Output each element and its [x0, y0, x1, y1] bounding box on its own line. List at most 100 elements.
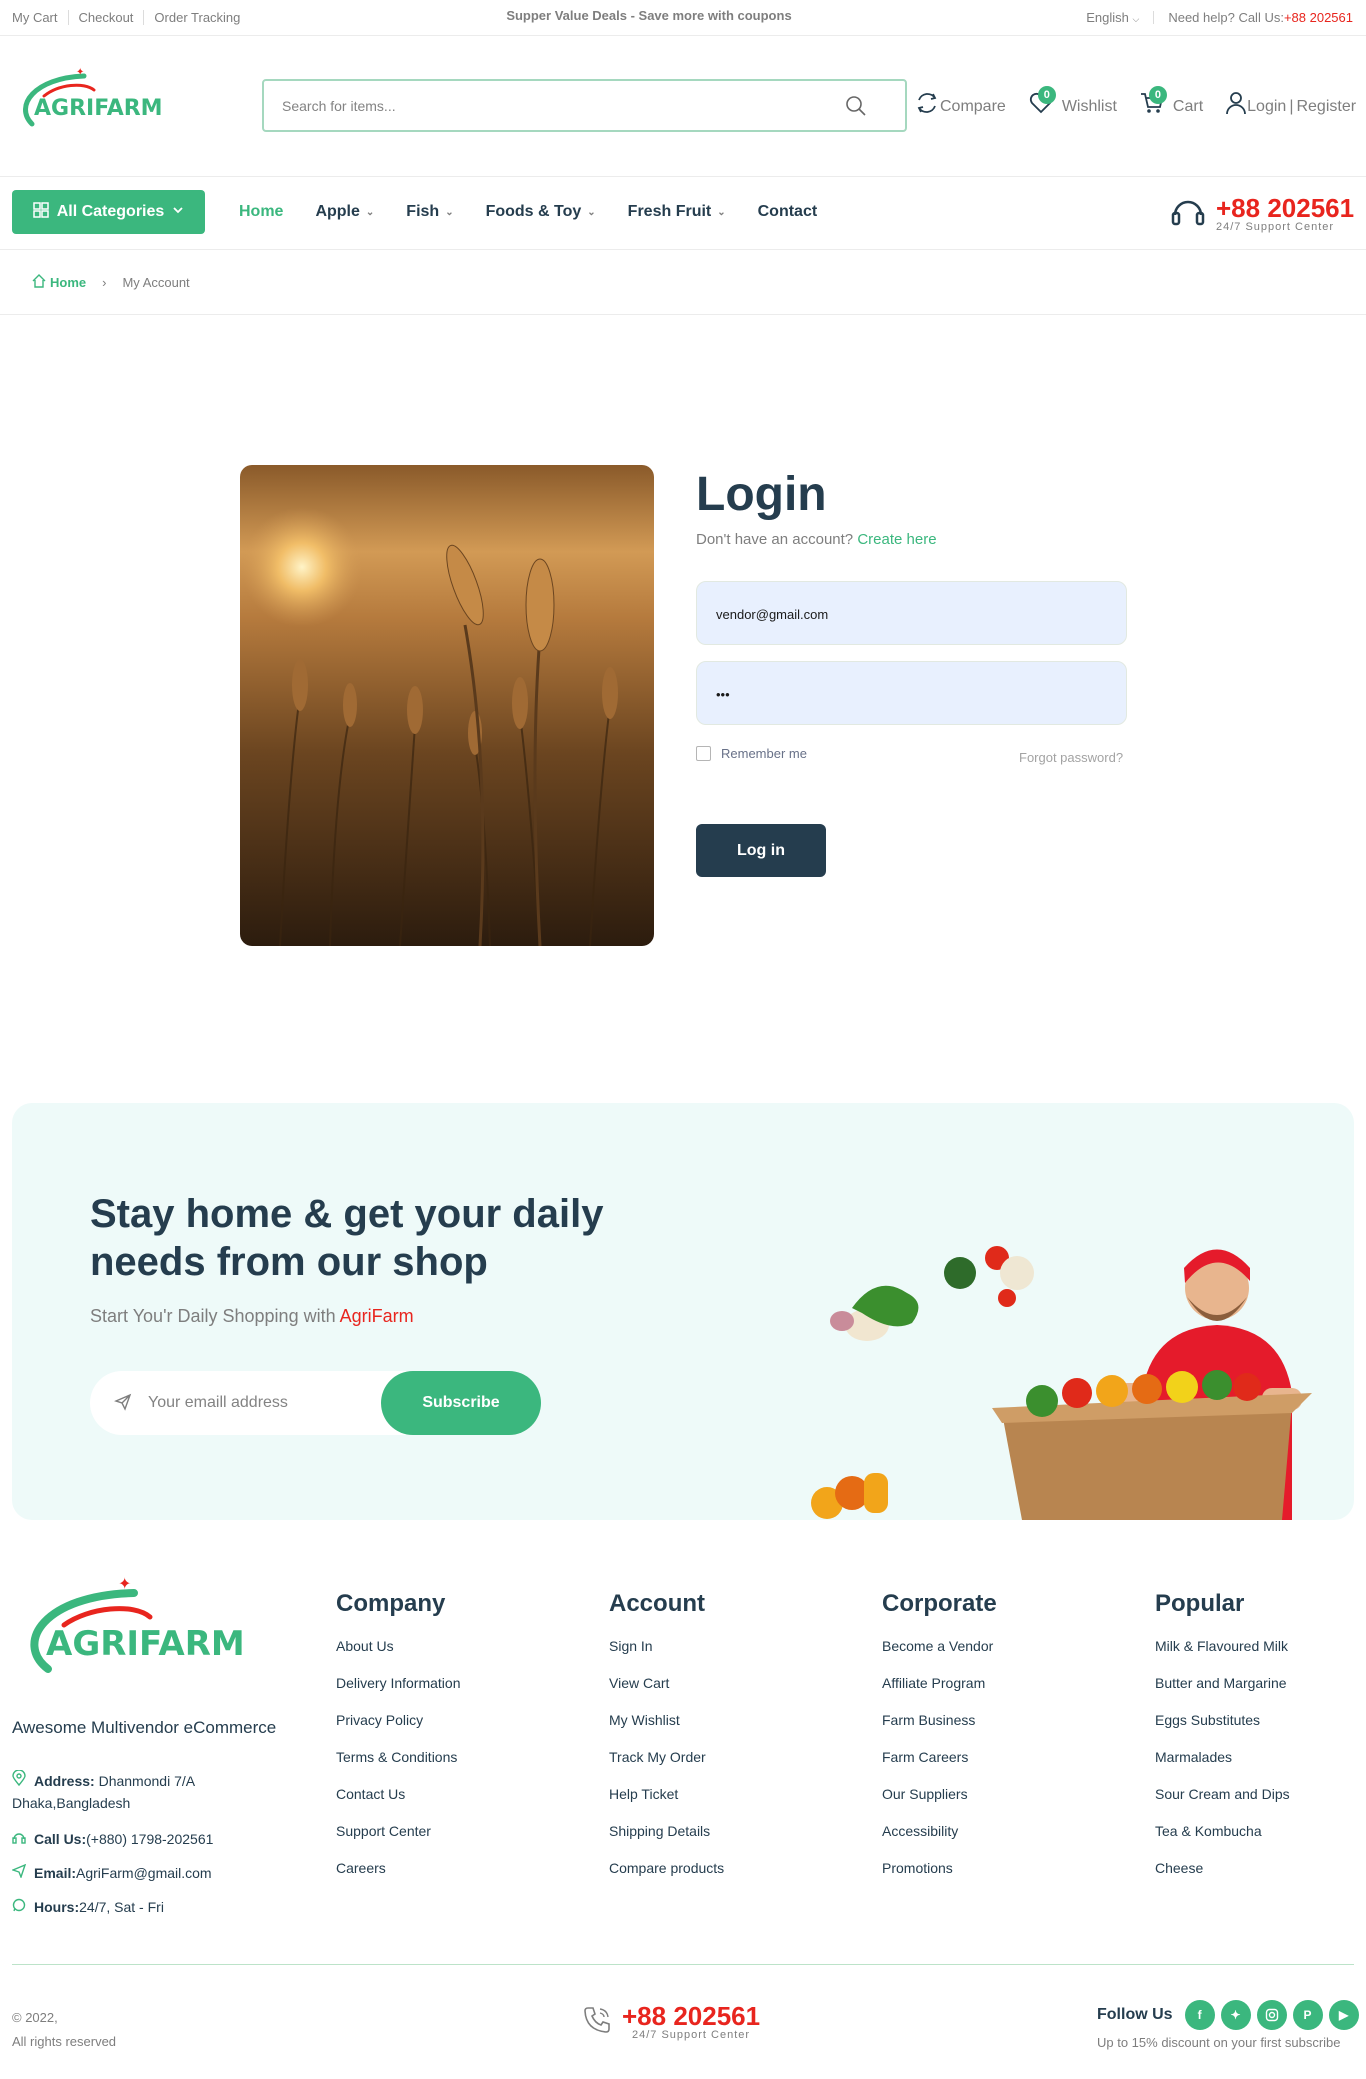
chevron-down-icon [172, 203, 184, 221]
compare-button[interactable]: Compare [914, 90, 1006, 116]
password-input[interactable] [716, 684, 1106, 704]
breadcrumb-home[interactable]: Home [32, 274, 86, 291]
no-account-label: Don't have an account? [696, 531, 854, 548]
copyright-year: © 2022, [12, 2010, 58, 2025]
footer-address: Address: Dhanmondi 7/A Dhaka,Bangladesh [12, 1769, 196, 1814]
call-value: (+880) 1798-202561 [86, 1831, 214, 1847]
footer-link[interactable]: Sign In [609, 1636, 724, 1673]
language-label: English [1086, 10, 1129, 25]
footer-link[interactable]: Careers [336, 1858, 461, 1895]
footer-link[interactable]: Compare products [609, 1858, 724, 1895]
footer-column-title: Account [609, 1590, 705, 1617]
footer-column-title: Corporate [882, 1590, 997, 1617]
footer-link[interactable]: Shipping Details [609, 1821, 724, 1858]
email-value: AgriFarm@gmail.com [76, 1865, 212, 1881]
footer-link[interactable]: Sour Cream and Dips [1155, 1784, 1290, 1821]
footer-column-company: Company About Us Delivery Information Pr… [336, 1590, 461, 1895]
footer-link[interactable]: Contact Us [336, 1784, 461, 1821]
support-center[interactable]: +88 202561 24/7 Support Center [1170, 193, 1354, 234]
pinterest-icon[interactable]: P [1292, 2000, 1323, 2030]
help-phone[interactable]: +88 202561 [1284, 10, 1353, 25]
nav-item-foods-toy[interactable]: Foods & Toy ⌄ [486, 203, 596, 221]
footer-link[interactable]: Terms & Conditions [336, 1747, 461, 1784]
nav-item-fish[interactable]: Fish ⌄ [406, 203, 453, 221]
subscribe-button[interactable]: Subscribe [381, 1371, 541, 1435]
newsletter-email-input[interactable] [148, 1393, 348, 1413]
forgot-password-link[interactable]: Forgot password? [1019, 750, 1123, 765]
logo-text: AGRIFARM [34, 96, 163, 121]
nav-divider [0, 249, 1366, 250]
divider [1153, 11, 1155, 24]
rights-text: All rights reserved [12, 2034, 117, 2049]
footer-link[interactable]: Accessibility [882, 1821, 997, 1858]
nav-item-apple[interactable]: Apple ⌄ [315, 203, 374, 221]
footer-link[interactable]: Privacy Policy [336, 1710, 461, 1747]
home-icon [32, 274, 46, 291]
chevron-down-icon: ⌄ [717, 206, 726, 218]
nav-label: Contact [757, 203, 818, 220]
all-categories-button[interactable]: All Categories [12, 190, 205, 234]
youtube-icon[interactable]: ▶ [1328, 2000, 1359, 2030]
top-bar: My Cart Checkout Order Tracking Supper V… [0, 0, 1366, 36]
footer-link[interactable]: Eggs Substitutes [1155, 1710, 1290, 1747]
newsletter-brand: AgriFarm [339, 1306, 414, 1326]
footer-link[interactable]: Help Ticket [609, 1784, 724, 1821]
footer-logo-text: AGRIFARM [46, 1624, 245, 1664]
search-icon[interactable] [845, 95, 867, 117]
footer-link[interactable]: Support Center [336, 1821, 461, 1858]
footer-link[interactable]: Cheese [1155, 1858, 1290, 1895]
footer-column-corporate: Corporate Become a Vendor Affiliate Prog… [882, 1590, 997, 1895]
footer-link[interactable]: My Wishlist [609, 1710, 724, 1747]
wishlist-label: Wishlist [1061, 98, 1117, 115]
footer-link[interactable]: About Us [336, 1636, 461, 1673]
nav-item-contact[interactable]: Contact [758, 203, 818, 221]
footer-link[interactable]: Milk & Flavoured Milk [1155, 1636, 1290, 1673]
wheat-field-image [240, 465, 654, 946]
send-icon [114, 1393, 132, 1416]
support-label: 24/7 Support Center [1216, 220, 1335, 233]
nav-label: Fresh Fruit [627, 203, 712, 220]
footer-link[interactable]: Tea & Kombucha [1155, 1821, 1290, 1858]
footer-link[interactable]: Become a Vendor [882, 1636, 997, 1673]
search-input[interactable] [282, 95, 822, 117]
footer-link[interactable]: Delivery Information [336, 1673, 461, 1710]
footer-link[interactable]: Marmalades [1155, 1747, 1290, 1784]
remember-checkbox[interactable] [696, 746, 711, 761]
login-title: Login [696, 468, 827, 521]
compare-label: Compare [940, 98, 1006, 115]
svg-text:✦: ✦ [76, 67, 84, 78]
nav-item-fresh-fruit[interactable]: Fresh Fruit ⌄ [628, 203, 726, 221]
follow-us: Follow Us f ✦ P ▶ [1097, 2000, 1359, 2030]
footer-link[interactable]: Our Suppliers [882, 1784, 997, 1821]
logo[interactable]: ✦ AGRIFARM [14, 66, 190, 136]
help-text: Need help? Call Us:+88 202561 [1168, 10, 1353, 25]
header-divider [0, 176, 1366, 177]
facebook-icon[interactable]: f [1184, 2000, 1215, 2030]
email-input[interactable] [716, 604, 1106, 624]
footer-column-account: Account Sign In View Cart My Wishlist Tr… [609, 1590, 724, 1895]
footer-link[interactable]: View Cart [609, 1673, 724, 1710]
footer-link[interactable]: Track My Order [609, 1747, 724, 1784]
instagram-icon[interactable] [1256, 2000, 1287, 2030]
cart-button[interactable]: 0 Cart [1139, 86, 1203, 116]
nav-label: Fish [406, 203, 440, 220]
footer-link[interactable]: Affiliate Program [882, 1673, 997, 1710]
create-account-link[interactable]: Create here [857, 531, 936, 548]
register-link[interactable]: Register [1296, 98, 1356, 116]
footer-support[interactable]: +88 202561 24/7 Support Center [582, 2003, 760, 2041]
footer-link[interactable]: Farm Careers [882, 1747, 997, 1784]
wishlist-button[interactable]: 0 Wishlist [1028, 86, 1117, 116]
twitter-icon[interactable]: ✦ [1220, 2000, 1251, 2030]
footer-link[interactable]: Promotions [882, 1858, 997, 1895]
language-select[interactable]: English ⌵ [1086, 10, 1139, 25]
footer-logo[interactable]: ✦ AGRIFARM [14, 1573, 304, 1688]
footer-link[interactable]: Farm Business [882, 1710, 997, 1747]
remember-me[interactable]: Remember me [696, 746, 807, 761]
login-submit-button[interactable]: Log in [696, 824, 826, 877]
login-link[interactable]: Login [1247, 98, 1286, 116]
help-label: Need help? Call Us: [1168, 10, 1284, 25]
address-value: Dhanmondi 7/A [98, 1773, 196, 1789]
nav-item-home[interactable]: Home [239, 203, 283, 221]
footer-link[interactable]: Butter and Margarine [1155, 1673, 1290, 1710]
divider: | [1289, 98, 1294, 115]
